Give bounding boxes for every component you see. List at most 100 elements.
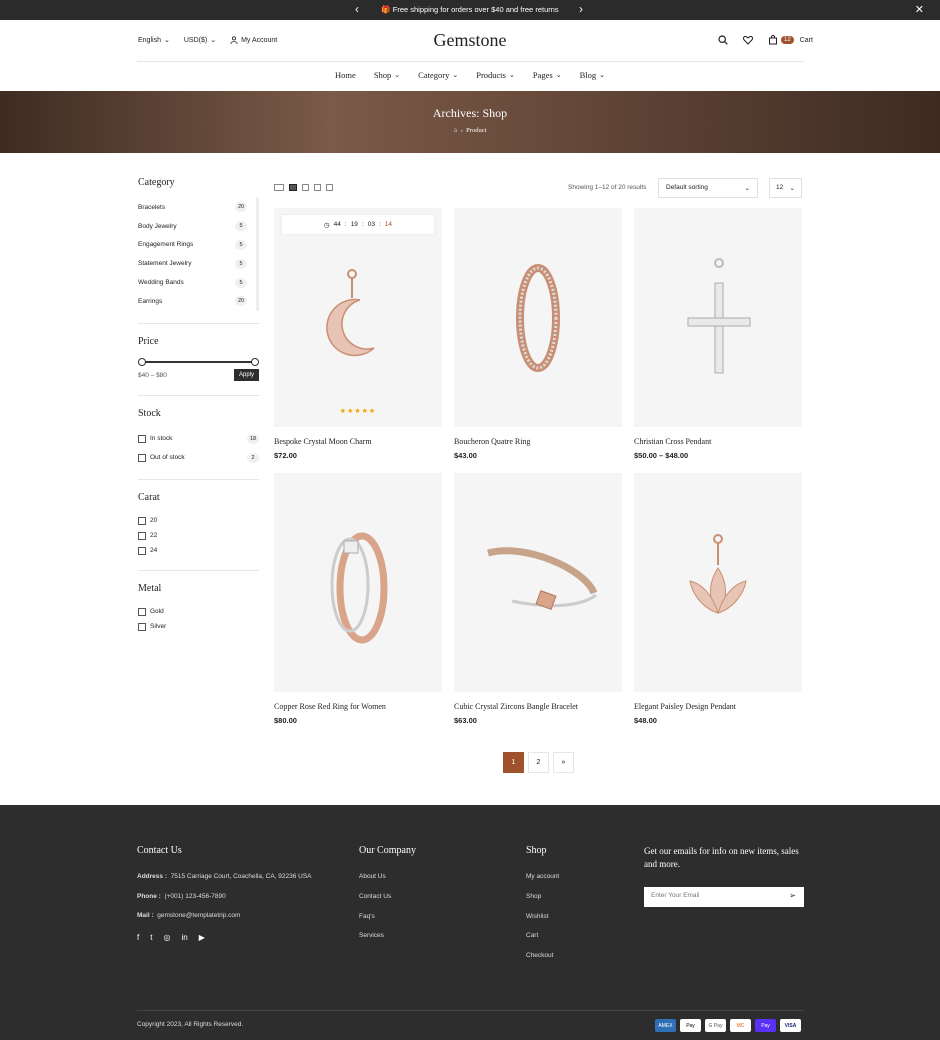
metal-option[interactable]: Silver: [138, 619, 259, 634]
breadcrumb-separator: ›: [460, 127, 463, 134]
carat-option[interactable]: 22: [138, 528, 259, 543]
product-name[interactable]: Christian Cross Pendant: [634, 437, 802, 446]
product-name[interactable]: Copper Rose Red Ring for Women: [274, 702, 442, 711]
facebook-icon[interactable]: f: [137, 933, 139, 942]
home-icon[interactable]: ⌂: [454, 127, 458, 134]
apply-button[interactable]: Apply: [233, 369, 259, 381]
checkbox[interactable]: [138, 531, 146, 540]
nav-item-shop[interactable]: Shop ⌄: [374, 70, 400, 80]
category-name: Statement Jewelry: [138, 260, 192, 268]
heart-icon[interactable]: [743, 35, 753, 45]
nav-item-blog[interactable]: Blog ⌄: [580, 70, 605, 80]
category-item[interactable]: Statement Jewelry 5: [138, 254, 256, 273]
metal-list: Gold Silver: [138, 604, 259, 634]
nav-item-category[interactable]: Category ⌄: [418, 70, 458, 80]
product-card[interactable]: ◷ 44:19:03:14 ★★★★★ Bespoke Crystal Moon…: [274, 208, 442, 460]
youtube-icon[interactable]: ▶: [199, 933, 205, 942]
footer: Contact Us Address : 7515 Carriage Court…: [0, 805, 940, 1040]
grid-view-active-icon[interactable]: [289, 184, 297, 191]
footer-company-link[interactable]: Services: [359, 932, 391, 952]
category-item[interactable]: Wedding Bands 5: [138, 273, 256, 292]
category-item[interactable]: Bracelets 20: [138, 198, 256, 217]
footer-shop-link[interactable]: Shop: [526, 893, 559, 913]
product-name[interactable]: Boucheron Quatre Ring: [454, 437, 622, 446]
product-name[interactable]: Bespoke Crystal Moon Charm: [274, 437, 442, 446]
close-icon[interactable]: ✕: [915, 3, 924, 16]
product-image[interactable]: [274, 473, 442, 692]
list-view-icon[interactable]: [314, 184, 321, 191]
grid-view-icon[interactable]: [302, 184, 309, 191]
product-name[interactable]: Cubic Crystal Zircons Bangle Bracelet: [454, 702, 622, 711]
footer-shop-link[interactable]: Checkout: [526, 952, 559, 972]
list-view-icon[interactable]: [326, 184, 333, 191]
carat-option[interactable]: 20: [138, 513, 259, 528]
product-image[interactable]: [454, 208, 622, 427]
carat-list: 20 22 24: [138, 513, 259, 558]
nav-item-home[interactable]: Home: [335, 70, 356, 80]
breadcrumb: ⌂ › Product: [0, 127, 940, 134]
breadcrumb-current: Product: [466, 127, 487, 134]
next-page-button[interactable]: »: [553, 752, 574, 773]
sort-select[interactable]: Default sorting ⌄: [658, 178, 758, 198]
category-item[interactable]: Engagement Rings 5: [138, 236, 256, 255]
footer-shop-link[interactable]: Wishlist: [526, 913, 559, 933]
footer-company-link[interactable]: Faq's: [359, 913, 391, 933]
category-name: Earrings: [138, 297, 163, 305]
slider-handle-min[interactable]: [138, 358, 146, 366]
product-image[interactable]: [454, 473, 622, 692]
product-image[interactable]: [634, 473, 802, 692]
instagram-icon[interactable]: ◎: [163, 933, 170, 942]
footer-company-link[interactable]: Contact Us: [359, 893, 391, 913]
page-2-button[interactable]: 2: [528, 752, 549, 773]
slider-handle-max[interactable]: [251, 358, 259, 366]
email-input[interactable]: Enter Your Email ➢: [644, 887, 804, 907]
product-card[interactable]: Cubic Crystal Zircons Bangle Bracelet $6…: [454, 473, 622, 725]
linkedin-icon[interactable]: in: [181, 933, 187, 942]
carat-option[interactable]: 24: [138, 543, 259, 558]
checkbox[interactable]: [138, 546, 146, 555]
cart-icon: [769, 35, 777, 45]
nav-item-products[interactable]: Products ⌄: [476, 70, 515, 80]
footer-company-link[interactable]: About Us: [359, 873, 391, 893]
page-1-button[interactable]: 1: [503, 752, 524, 773]
grid-view-icon[interactable]: [274, 184, 284, 191]
checkbox[interactable]: [138, 516, 146, 525]
view-toggle-group: [274, 184, 333, 191]
chevron-down-icon: ⌄: [394, 71, 401, 79]
stock-option[interactable]: Out of stock 2: [138, 448, 259, 467]
footer-shop-link[interactable]: Cart: [526, 932, 559, 952]
twitter-icon[interactable]: t: [150, 933, 152, 942]
google-pay-icon: G Pay: [705, 1019, 726, 1032]
product-name[interactable]: Elegant Paisley Design Pendant: [634, 702, 802, 711]
checkbox[interactable]: [138, 622, 146, 631]
category-item[interactable]: Body Jewelry 5: [138, 217, 256, 236]
search-icon[interactable]: [718, 35, 728, 45]
checkbox[interactable]: [138, 453, 146, 462]
product-card[interactable]: Christian Cross Pendant $50.00 – $48.00: [634, 208, 802, 460]
price-slider[interactable]: [138, 357, 259, 367]
checkbox[interactable]: [138, 607, 146, 616]
shop-heading: Shop: [526, 845, 547, 856]
product-image[interactable]: ◷ 44:19:03:14 ★★★★★: [274, 208, 442, 427]
email-placeholder: Enter Your Email: [651, 892, 700, 899]
nav-item-label: Home: [335, 70, 356, 80]
next-arrow-icon[interactable]: ›: [579, 3, 583, 15]
product-image[interactable]: [634, 208, 802, 427]
checkbox[interactable]: [138, 434, 146, 443]
mail-value[interactable]: gemstone@templatetrip.com: [157, 912, 240, 919]
cart-link[interactable]: 12 Cart: [768, 35, 813, 45]
product-card[interactable]: Boucheron Quatre Ring $43.00: [454, 208, 622, 460]
shop-pay-icon: Pay: [755, 1019, 776, 1032]
nav-item-pages[interactable]: Pages ⌄: [533, 70, 562, 80]
category-item[interactable]: Earrings 20: [138, 292, 256, 311]
product-card[interactable]: Copper Rose Red Ring for Women $80.00: [274, 473, 442, 725]
footer-shop-link[interactable]: My account: [526, 873, 559, 893]
stock-option[interactable]: In stock 18: [138, 429, 259, 448]
metal-option[interactable]: Gold: [138, 604, 259, 619]
filter-sidebar: Category Bracelets 20 Body Jewelry 5 Engagem…: [138, 177, 259, 634]
nav-item-label: Shop: [373, 70, 392, 80]
product-card[interactable]: Elegant Paisley Design Pendant $48.00: [634, 473, 802, 725]
send-icon[interactable]: ➢: [789, 891, 796, 900]
per-page-select[interactable]: 12 ⌄: [769, 178, 802, 198]
nav-item-label: Blog: [579, 70, 597, 80]
